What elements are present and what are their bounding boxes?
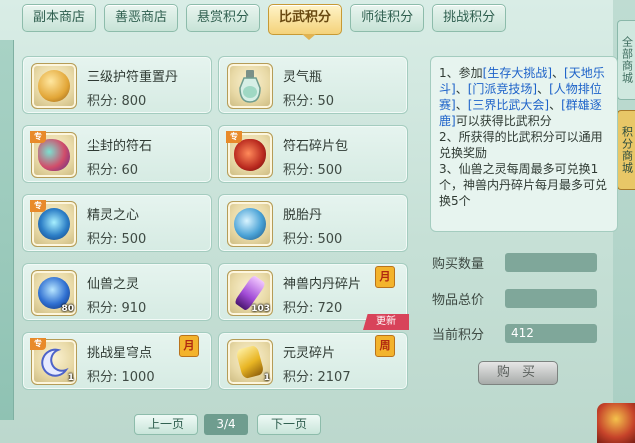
crescent-moon-icon bbox=[41, 348, 69, 377]
sealed-runestone-icon bbox=[38, 139, 70, 171]
item-icon-frame bbox=[31, 63, 77, 109]
item-count: 1 bbox=[263, 373, 270, 383]
link-three-realms-tournament[interactable]: [三界比武大会] bbox=[468, 98, 549, 112]
rule-1-prefix: 1、参加 bbox=[439, 66, 483, 80]
item-count: 103 bbox=[251, 304, 270, 314]
active-tab-pointer bbox=[302, 34, 316, 40]
tab-dungeon-shop[interactable]: 副本商店 bbox=[22, 4, 97, 32]
runestone-fragment-bag-icon bbox=[234, 139, 266, 171]
item-name: 灵气瓶 bbox=[283, 70, 323, 85]
rebirth-pill-icon bbox=[234, 208, 266, 240]
tab-mentor-points[interactable]: 师徒积分 bbox=[350, 4, 425, 32]
new-update-badge: 更新 bbox=[363, 314, 409, 330]
item-name: 神兽内丹碎片 bbox=[283, 277, 362, 292]
item-name: 尘封的符石 bbox=[87, 139, 153, 154]
exclusive-tag: 专 bbox=[30, 338, 46, 350]
shop-tabs: 副本商店 善恶商店 悬赏积分 比武积分 师徒积分 挑战积分 bbox=[22, 4, 507, 35]
page-indicator: 3/4 bbox=[204, 414, 248, 435]
item-price: 积分: 500 bbox=[87, 232, 147, 247]
separator: 、 bbox=[455, 82, 468, 96]
item-card[interactable]: 1 专 挑战星穹点 积分: 1000 月 bbox=[22, 332, 212, 390]
item-price: 积分: 500 bbox=[283, 163, 343, 178]
link-survival-challenge[interactable]: [生存大挑战] bbox=[483, 66, 552, 80]
buy-button[interactable]: 购 买 bbox=[478, 361, 558, 385]
item-price: 积分: 720 bbox=[283, 301, 343, 316]
item-name: 精灵之心 bbox=[87, 208, 140, 223]
spirit-bottle-icon bbox=[239, 70, 261, 103]
separator: 、 bbox=[455, 98, 468, 112]
total-price-field bbox=[505, 289, 597, 308]
rule-1-suffix: 可以获得比武积分 bbox=[455, 114, 552, 128]
item-card[interactable]: 灵气瓶 积分: 50 bbox=[218, 56, 408, 114]
tab-challenge-points[interactable]: 挑战积分 bbox=[432, 4, 507, 32]
link-sect-arena[interactable]: [门派竞技场] bbox=[468, 82, 537, 96]
item-name: 元灵碎片 bbox=[283, 346, 336, 361]
item-icon-frame bbox=[227, 63, 273, 109]
item-grid: 三级护符重置丹 积分: 800 灵气瓶 积分: 50 专 尘封的符石 积分: 6… bbox=[16, 50, 420, 406]
monthly-limit-tag: 月 bbox=[179, 335, 199, 357]
item-card[interactable]: 1 元灵碎片 积分: 2107 周 bbox=[218, 332, 408, 390]
item-icon-frame: 103 bbox=[227, 270, 273, 316]
quantity-label: 购买数量 bbox=[432, 257, 485, 272]
weekly-limit-tag: 周 bbox=[375, 335, 395, 357]
tab-karma-shop[interactable]: 善恶商店 bbox=[104, 4, 179, 32]
separator: 、 bbox=[537, 82, 550, 96]
item-name: 脱胎丹 bbox=[283, 208, 323, 223]
side-tab-points-mall[interactable]: 积分商城 bbox=[617, 110, 635, 190]
left-border-decoration bbox=[0, 40, 14, 420]
item-count: 1 bbox=[67, 373, 74, 383]
item-card[interactable]: 103 神兽内丹碎片 积分: 720 月 更新 bbox=[218, 263, 409, 330]
current-points-field: 412 bbox=[505, 324, 597, 343]
total-price-label: 物品总价 bbox=[432, 293, 485, 308]
item-icon-frame bbox=[227, 201, 273, 247]
item-name: 符石碎片包 bbox=[283, 139, 349, 154]
tab-arena-points[interactable]: 比武积分 bbox=[268, 4, 343, 35]
item-name: 仙兽之灵 bbox=[87, 277, 140, 292]
item-price: 积分: 800 bbox=[87, 94, 147, 109]
treasure-chest-icon[interactable] bbox=[597, 403, 635, 443]
side-tab-all-mall[interactable]: 全部商城 bbox=[617, 20, 635, 100]
amulet-pill-icon bbox=[38, 70, 70, 102]
exclusive-tag: 专 bbox=[226, 131, 242, 143]
exclusive-tag: 专 bbox=[30, 131, 46, 143]
item-card[interactable]: 80 仙兽之灵 积分: 910 bbox=[22, 263, 212, 321]
rules-info-box: 1、参加[生存大挑战]、[天地乐斗]、[门派竞技场]、[人物排位赛]、[三界比武… bbox=[430, 56, 618, 232]
item-count: 80 bbox=[61, 304, 74, 314]
item-icon-frame: 80 bbox=[31, 270, 77, 316]
separator: 、 bbox=[552, 66, 565, 80]
origin-spirit-fragment-icon bbox=[235, 344, 265, 380]
prev-page-button[interactable]: 上一页 bbox=[134, 414, 198, 435]
separator: 、 bbox=[549, 98, 562, 112]
item-price: 积分: 2107 bbox=[283, 370, 351, 385]
item-card[interactable]: 专 符石碎片包 积分: 500 bbox=[218, 125, 408, 183]
item-price: 积分: 910 bbox=[87, 301, 147, 316]
item-card[interactable]: 三级护符重置丹 积分: 800 bbox=[22, 56, 212, 114]
item-card[interactable]: 专 精灵之心 积分: 500 bbox=[22, 194, 212, 252]
rule-2: 2、所获得的比武积分可以通用兑换奖励 bbox=[439, 130, 603, 160]
item-price: 积分: 50 bbox=[283, 94, 335, 109]
spirit-heart-icon bbox=[38, 208, 70, 240]
item-price: 积分: 500 bbox=[283, 232, 343, 247]
current-points-label: 当前积分 bbox=[432, 328, 485, 343]
rule-3: 3、仙兽之灵每周最多可兑换1个，神兽内丹碎片每月最多可兑换5个 bbox=[439, 162, 608, 208]
item-name: 三级护符重置丹 bbox=[87, 70, 179, 85]
next-page-button[interactable]: 下一页 bbox=[257, 414, 321, 435]
item-card[interactable]: 专 尘封的符石 积分: 60 bbox=[22, 125, 212, 183]
quantity-input[interactable] bbox=[505, 253, 597, 272]
item-card[interactable]: 脱胎丹 积分: 500 bbox=[218, 194, 408, 252]
item-price: 积分: 60 bbox=[87, 163, 139, 178]
monthly-limit-tag: 月 bbox=[375, 266, 395, 288]
tab-bounty-points[interactable]: 悬赏积分 bbox=[186, 4, 261, 32]
item-icon-frame: 1 bbox=[227, 339, 273, 385]
item-price: 积分: 1000 bbox=[87, 370, 155, 385]
exclusive-tag: 专 bbox=[30, 200, 46, 212]
item-name: 挑战星穹点 bbox=[87, 346, 153, 361]
